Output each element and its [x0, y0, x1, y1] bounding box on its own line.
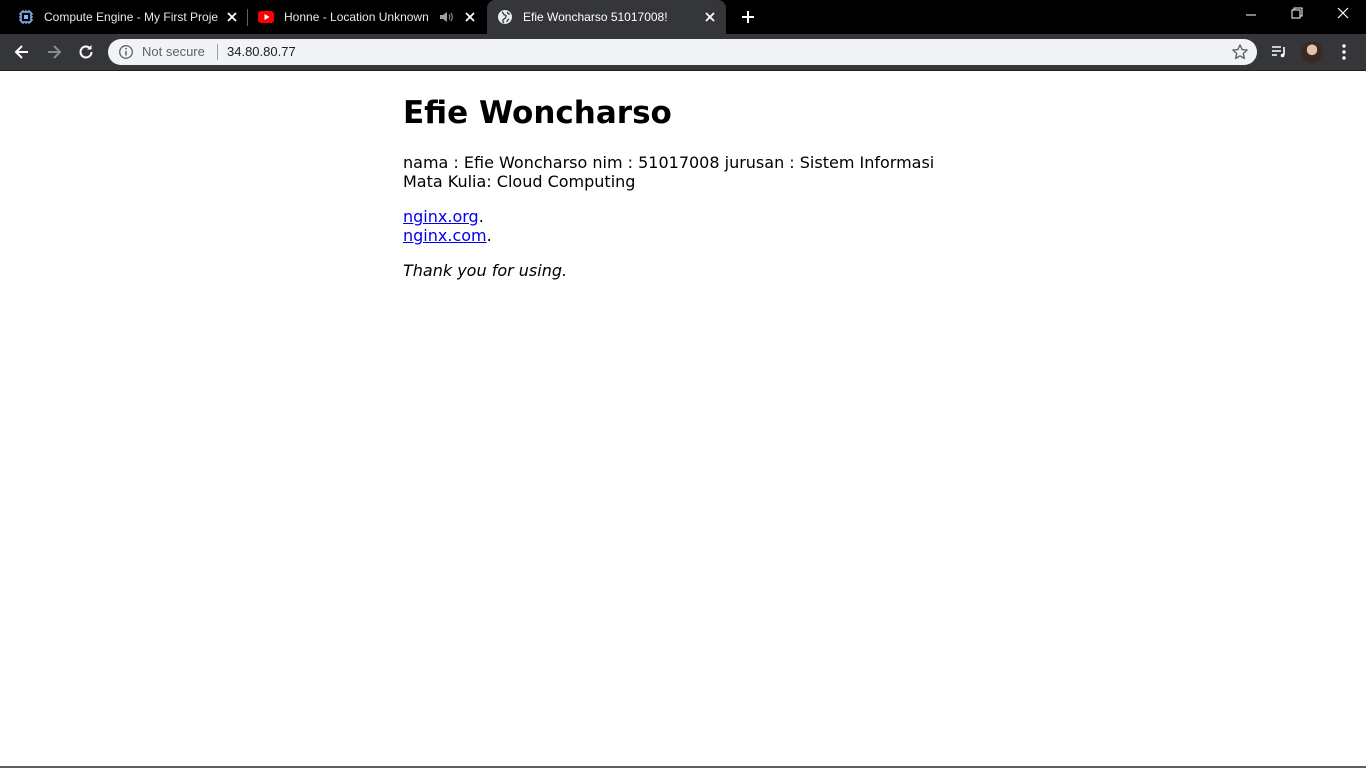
info-icon[interactable]: [118, 44, 134, 60]
back-arrow-icon[interactable]: [12, 42, 32, 62]
security-label[interactable]: Not secure: [142, 44, 205, 60]
address-bar[interactable]: Not secure 34.80.80.77: [108, 39, 1257, 65]
minimize-icon[interactable]: [1228, 0, 1274, 30]
media-controls-icon[interactable]: [1269, 42, 1289, 62]
close-icon[interactable]: [462, 9, 478, 25]
link-suffix: .: [486, 226, 492, 245]
student-info-paragraph: nama : Efie Woncharso nim : 51017008 jur…: [403, 153, 935, 191]
forward-arrow-icon[interactable]: [44, 42, 64, 62]
tab-efie-woncharso[interactable]: Efie Woncharso 51017008!: [487, 0, 726, 34]
globe-icon: [498, 10, 512, 24]
link-suffix: .: [478, 207, 484, 226]
toolbar-divider: [0, 70, 1366, 71]
nginx-org-link[interactable]: nginx.org: [403, 207, 479, 226]
page-title: Efie Woncharso: [403, 95, 672, 131]
tab-title: Compute Engine - My First Proje: [44, 10, 219, 24]
speaker-icon[interactable]: [438, 9, 454, 25]
close-icon[interactable]: [702, 9, 718, 25]
tab-title: Efie Woncharso 51017008!: [523, 10, 668, 24]
close-window-icon[interactable]: [1320, 0, 1366, 30]
tab-compute-engine[interactable]: Compute Engine - My First Proje: [8, 0, 246, 34]
tab-title: Honne - Location Unknown: [284, 10, 429, 24]
omnibox-divider: [217, 44, 218, 60]
compute-engine-icon: [19, 10, 33, 24]
new-tab-icon[interactable]: [738, 7, 758, 27]
close-icon[interactable]: [224, 9, 240, 25]
tab-strip: Compute Engine - My First Proje Honne - …: [0, 0, 1366, 34]
menu-kebab-icon[interactable]: [1334, 42, 1354, 62]
youtube-icon: [258, 11, 274, 23]
thank-you-text: Thank you for using.: [403, 261, 568, 280]
nginx-com-link[interactable]: nginx.com: [403, 226, 487, 245]
url-text[interactable]: 34.80.80.77: [227, 44, 296, 60]
profile-avatar[interactable]: [1301, 41, 1323, 63]
tab-youtube[interactable]: Honne - Location Unknown: [248, 0, 486, 34]
links-block: nginx.org. nginx.com.: [403, 207, 492, 245]
reload-icon[interactable]: [76, 42, 96, 62]
restore-icon[interactable]: [1274, 0, 1320, 30]
bookmark-star-icon[interactable]: [1231, 43, 1249, 61]
